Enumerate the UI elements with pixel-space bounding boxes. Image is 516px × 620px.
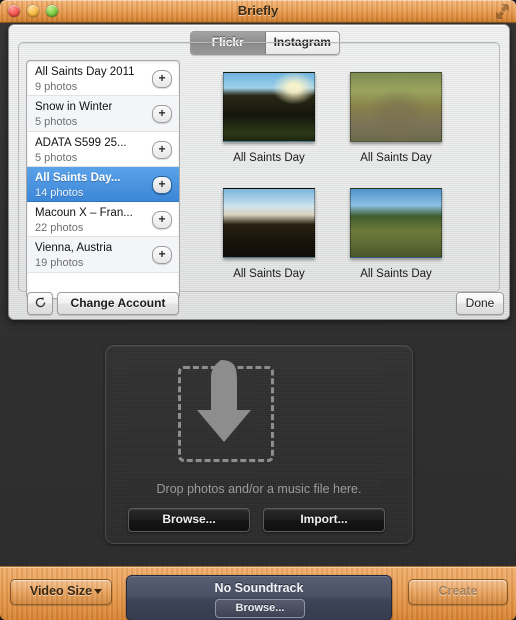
plus-icon[interactable]: + [152, 140, 172, 159]
album-count: 19 photos [35, 257, 84, 270]
list-item[interactable]: ADATA S599 25... 5 photos + [27, 132, 179, 167]
album-title: All Saints Day... [35, 171, 121, 184]
browse-button[interactable]: Browse... [128, 508, 250, 532]
briefly-window: Briefly Flickr Instagram All Saints Day … [0, 0, 516, 620]
album-count: 5 photos [35, 151, 78, 164]
photo-thumbnail[interactable] [223, 72, 315, 142]
photo-cell[interactable]: All Saints Day [336, 188, 456, 281]
done-button[interactable]: Done [456, 292, 504, 315]
album-list[interactable]: All Saints Day 2011 9 photos + Snow in W… [26, 60, 180, 299]
video-size-label: Video Size [29, 584, 93, 598]
album-count: 5 photos [35, 116, 78, 129]
album-title: All Saints Day 2011 [35, 66, 135, 78]
create-button[interactable]: Create [408, 579, 508, 605]
soundtrack-browse-button[interactable]: Browse... [215, 599, 305, 618]
chevron-down-icon [94, 589, 102, 594]
drop-zone[interactable]: Drop photos and/or a music file here. Br… [105, 345, 413, 544]
album-title: Snow in Winter [35, 101, 113, 114]
photo-caption: All Saints Day [233, 152, 305, 164]
change-account-button[interactable]: Change Account [57, 292, 179, 315]
refresh-button[interactable] [27, 292, 53, 315]
photo-caption: All Saints Day [360, 152, 432, 164]
video-size-dropdown[interactable]: Video Size [10, 579, 112, 605]
soundtrack-panel: No Soundtrack Browse... [126, 575, 392, 620]
photo-caption: All Saints Day [360, 268, 432, 280]
list-item[interactable]: Vienna, Austria 19 photos + [27, 237, 179, 273]
plus-icon[interactable]: + [152, 246, 172, 265]
album-title: ADATA S599 25... [35, 136, 127, 149]
photo-grid: All Saints Day All Saints Day All Saints… [191, 60, 491, 297]
title-bar: Briefly [0, 0, 516, 23]
plus-icon[interactable]: + [152, 70, 172, 88]
photo-caption: All Saints Day [233, 268, 305, 280]
drop-hint-text: Drop photos and/or a music file here. [156, 482, 362, 496]
album-count: 22 photos [35, 222, 84, 235]
photo-thumbnail[interactable] [223, 188, 315, 258]
album-title: Vienna, Austria [35, 242, 113, 255]
list-item[interactable]: All Saints Day 2011 9 photos + [27, 61, 179, 97]
photo-thumbnail[interactable] [350, 188, 442, 258]
photo-source-popover: Flickr Instagram All Saints Day 2011 9 p… [8, 24, 510, 320]
window-title: Briefly [237, 3, 279, 18]
plus-icon[interactable]: + [152, 105, 172, 124]
list-item[interactable]: Snow in Winter 5 photos + [27, 96, 179, 132]
import-button[interactable]: Import... [263, 508, 385, 532]
list-item[interactable]: Macoun X – Fran... 22 photos + [27, 202, 179, 238]
refresh-icon [35, 296, 45, 308]
photo-cell[interactable]: All Saints Day [209, 72, 329, 165]
album-count: 14 photos [35, 186, 84, 199]
list-item-selected[interactable]: All Saints Day... 14 photos + [27, 166, 179, 203]
plus-icon[interactable]: + [152, 211, 172, 230]
soundtrack-title: No Soundtrack [214, 581, 304, 595]
album-title: Macoun X – Fran... [35, 207, 133, 220]
album-count: 9 photos [35, 81, 78, 93]
bottom-toolbar: Video Size No Soundtrack Browse... Creat… [0, 566, 516, 620]
download-arrow-icon [197, 360, 251, 442]
photo-cell[interactable]: All Saints Day [336, 72, 456, 165]
photo-thumbnail[interactable] [350, 72, 442, 142]
resize-diagonal-icon[interactable] [495, 4, 510, 19]
popover-footer: Change Account Done [9, 291, 509, 319]
photo-cell[interactable]: All Saints Day [209, 188, 329, 281]
plus-icon[interactable]: + [152, 175, 172, 194]
